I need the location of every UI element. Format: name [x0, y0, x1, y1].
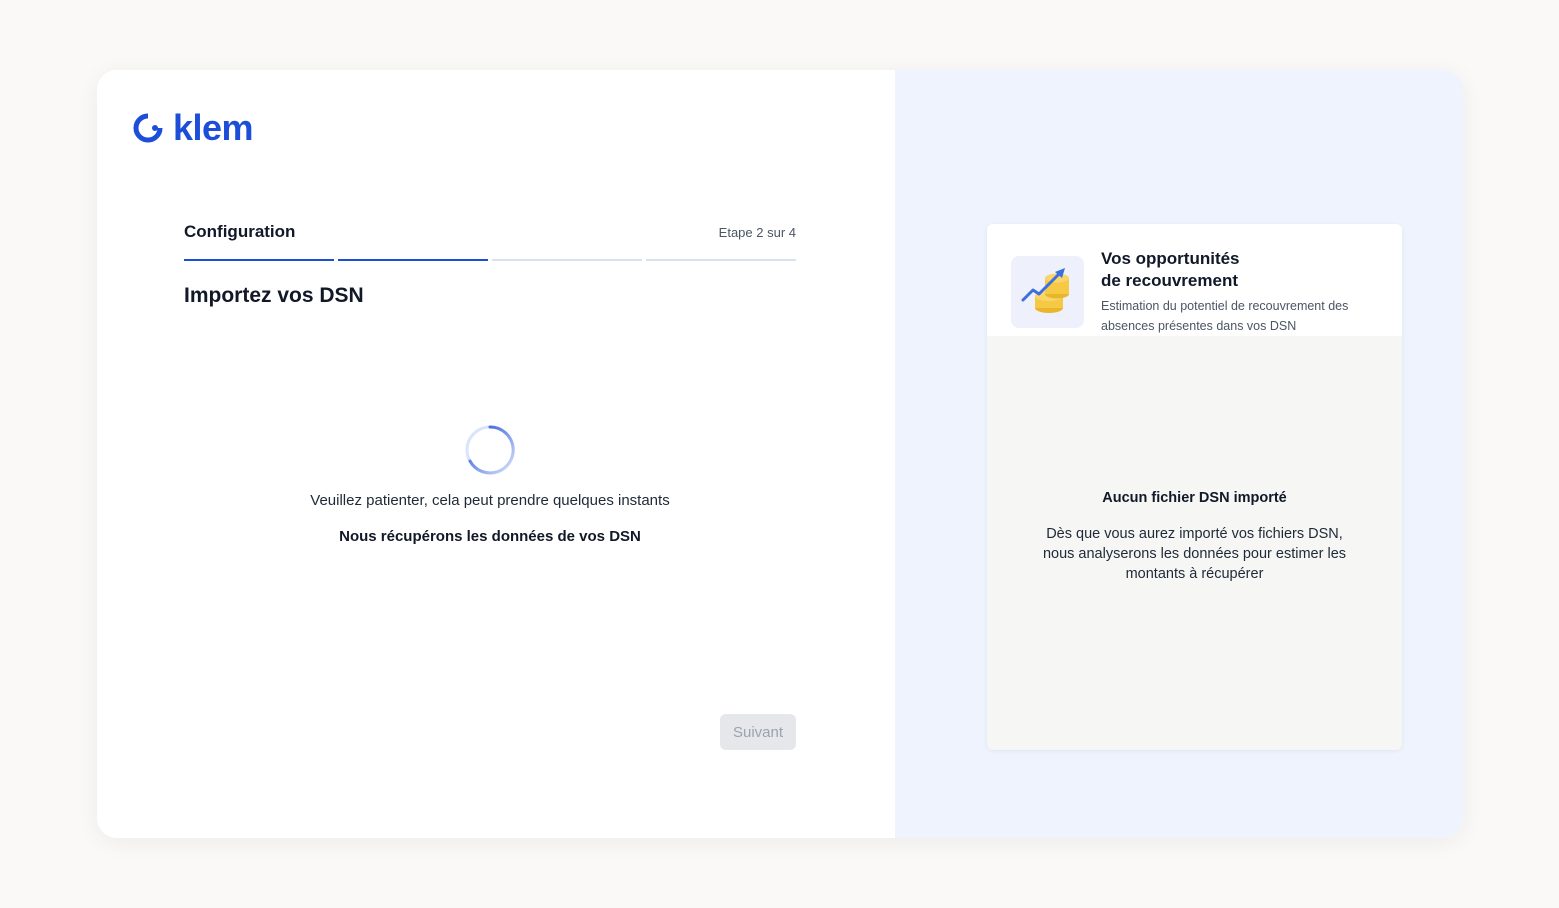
- loading-submessage: Nous récupérons les données de vos DSN: [339, 528, 641, 545]
- stepper-header: Configuration Etape 2 sur 4: [184, 222, 796, 242]
- left-panel: klem Configuration Etape 2 sur 4 Importe…: [97, 70, 895, 838]
- progress-segment-4: [646, 259, 796, 261]
- opportunities-icon-box: [1011, 256, 1084, 328]
- opportunities-description: Estimation du potentiel de recouvrement …: [1101, 299, 1349, 333]
- progress-segment-2: [338, 259, 488, 261]
- progress-segment-1: [184, 259, 334, 261]
- opportunities-title: Vos opportunités de recouvrement: [1101, 249, 1240, 290]
- logo: klem: [133, 107, 254, 148]
- brand-name: klem: [173, 107, 254, 148]
- klem-logo-icon: [133, 113, 163, 143]
- loading-message: Veuillez patienter, cela peut prendre qu…: [310, 492, 670, 509]
- right-panel: Vos opportunités de recouvrement Estimat…: [895, 70, 1463, 838]
- empty-state-description: Dès que vous aurez importé vos fichiers …: [1042, 526, 1347, 582]
- coins-growth-icon: [1021, 268, 1069, 313]
- onboarding-card: klem Configuration Etape 2 sur 4 Importe…: [97, 70, 1463, 838]
- progress-segment-3: [492, 259, 642, 261]
- empty-state-title: Aucun fichier DSN importé: [1102, 490, 1287, 506]
- step-progress: [184, 259, 796, 261]
- opportunities-card: Vos opportunités de recouvrement Estimat…: [987, 224, 1402, 750]
- loading-spinner-icon: [465, 425, 515, 475]
- step-title: Configuration: [184, 222, 296, 241]
- step-count: Etape 2 sur 4: [718, 224, 796, 240]
- opportunities-header: Vos opportunités de recouvrement Estimat…: [987, 224, 1402, 336]
- next-button[interactable]: Suivant: [720, 714, 796, 750]
- page-title: Importez vos DSN: [184, 284, 364, 307]
